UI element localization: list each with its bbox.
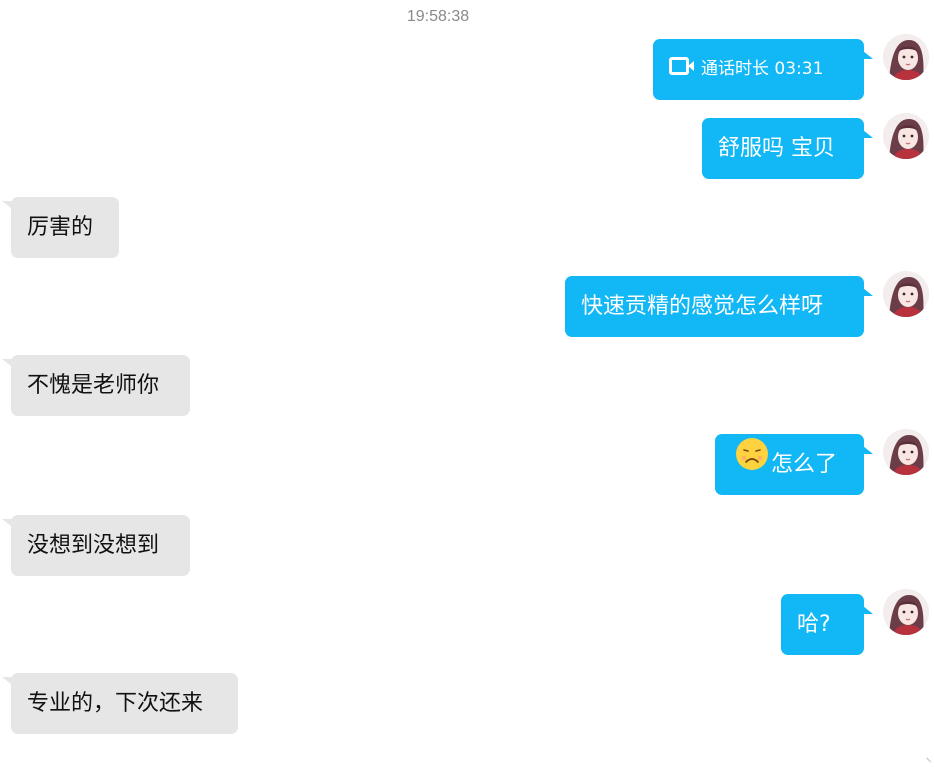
- message-bubble-incoming[interactable]: 厉害的: [2, 197, 119, 258]
- frowning-face-emoji-icon: [735, 434, 771, 495]
- avatar[interactable]: [883, 429, 929, 475]
- resize-grip[interactable]: [921, 757, 932, 767]
- message-bubble-outgoing[interactable]: 快速贡精的感觉怎么样呀: [565, 276, 873, 337]
- avatar[interactable]: [883, 113, 929, 159]
- message-bubble-video-call[interactable]: 通话时长 03:31: [653, 39, 873, 100]
- avatar[interactable]: [883, 34, 929, 80]
- video-camera-icon: [669, 39, 695, 100]
- call-duration-label: 通话时长 03:31: [701, 59, 824, 79]
- chat-timestamp: 19:58:38: [406, 8, 470, 25]
- message-bubble-incoming[interactable]: 专业的，下次还来: [2, 673, 238, 734]
- message-bubble-outgoing[interactable]: 舒服吗 宝贝: [702, 118, 873, 179]
- message-bubble-incoming[interactable]: 不愧是老师你: [2, 355, 190, 416]
- avatar[interactable]: [883, 271, 929, 317]
- avatar[interactable]: [883, 589, 929, 635]
- message-bubble-incoming[interactable]: 没想到没想到: [2, 515, 190, 576]
- message-text: 怎么了: [771, 452, 838, 477]
- message-bubble-outgoing[interactable]: 哈?: [781, 594, 873, 655]
- message-bubble-outgoing-emoji[interactable]: 怎么了: [715, 434, 873, 495]
